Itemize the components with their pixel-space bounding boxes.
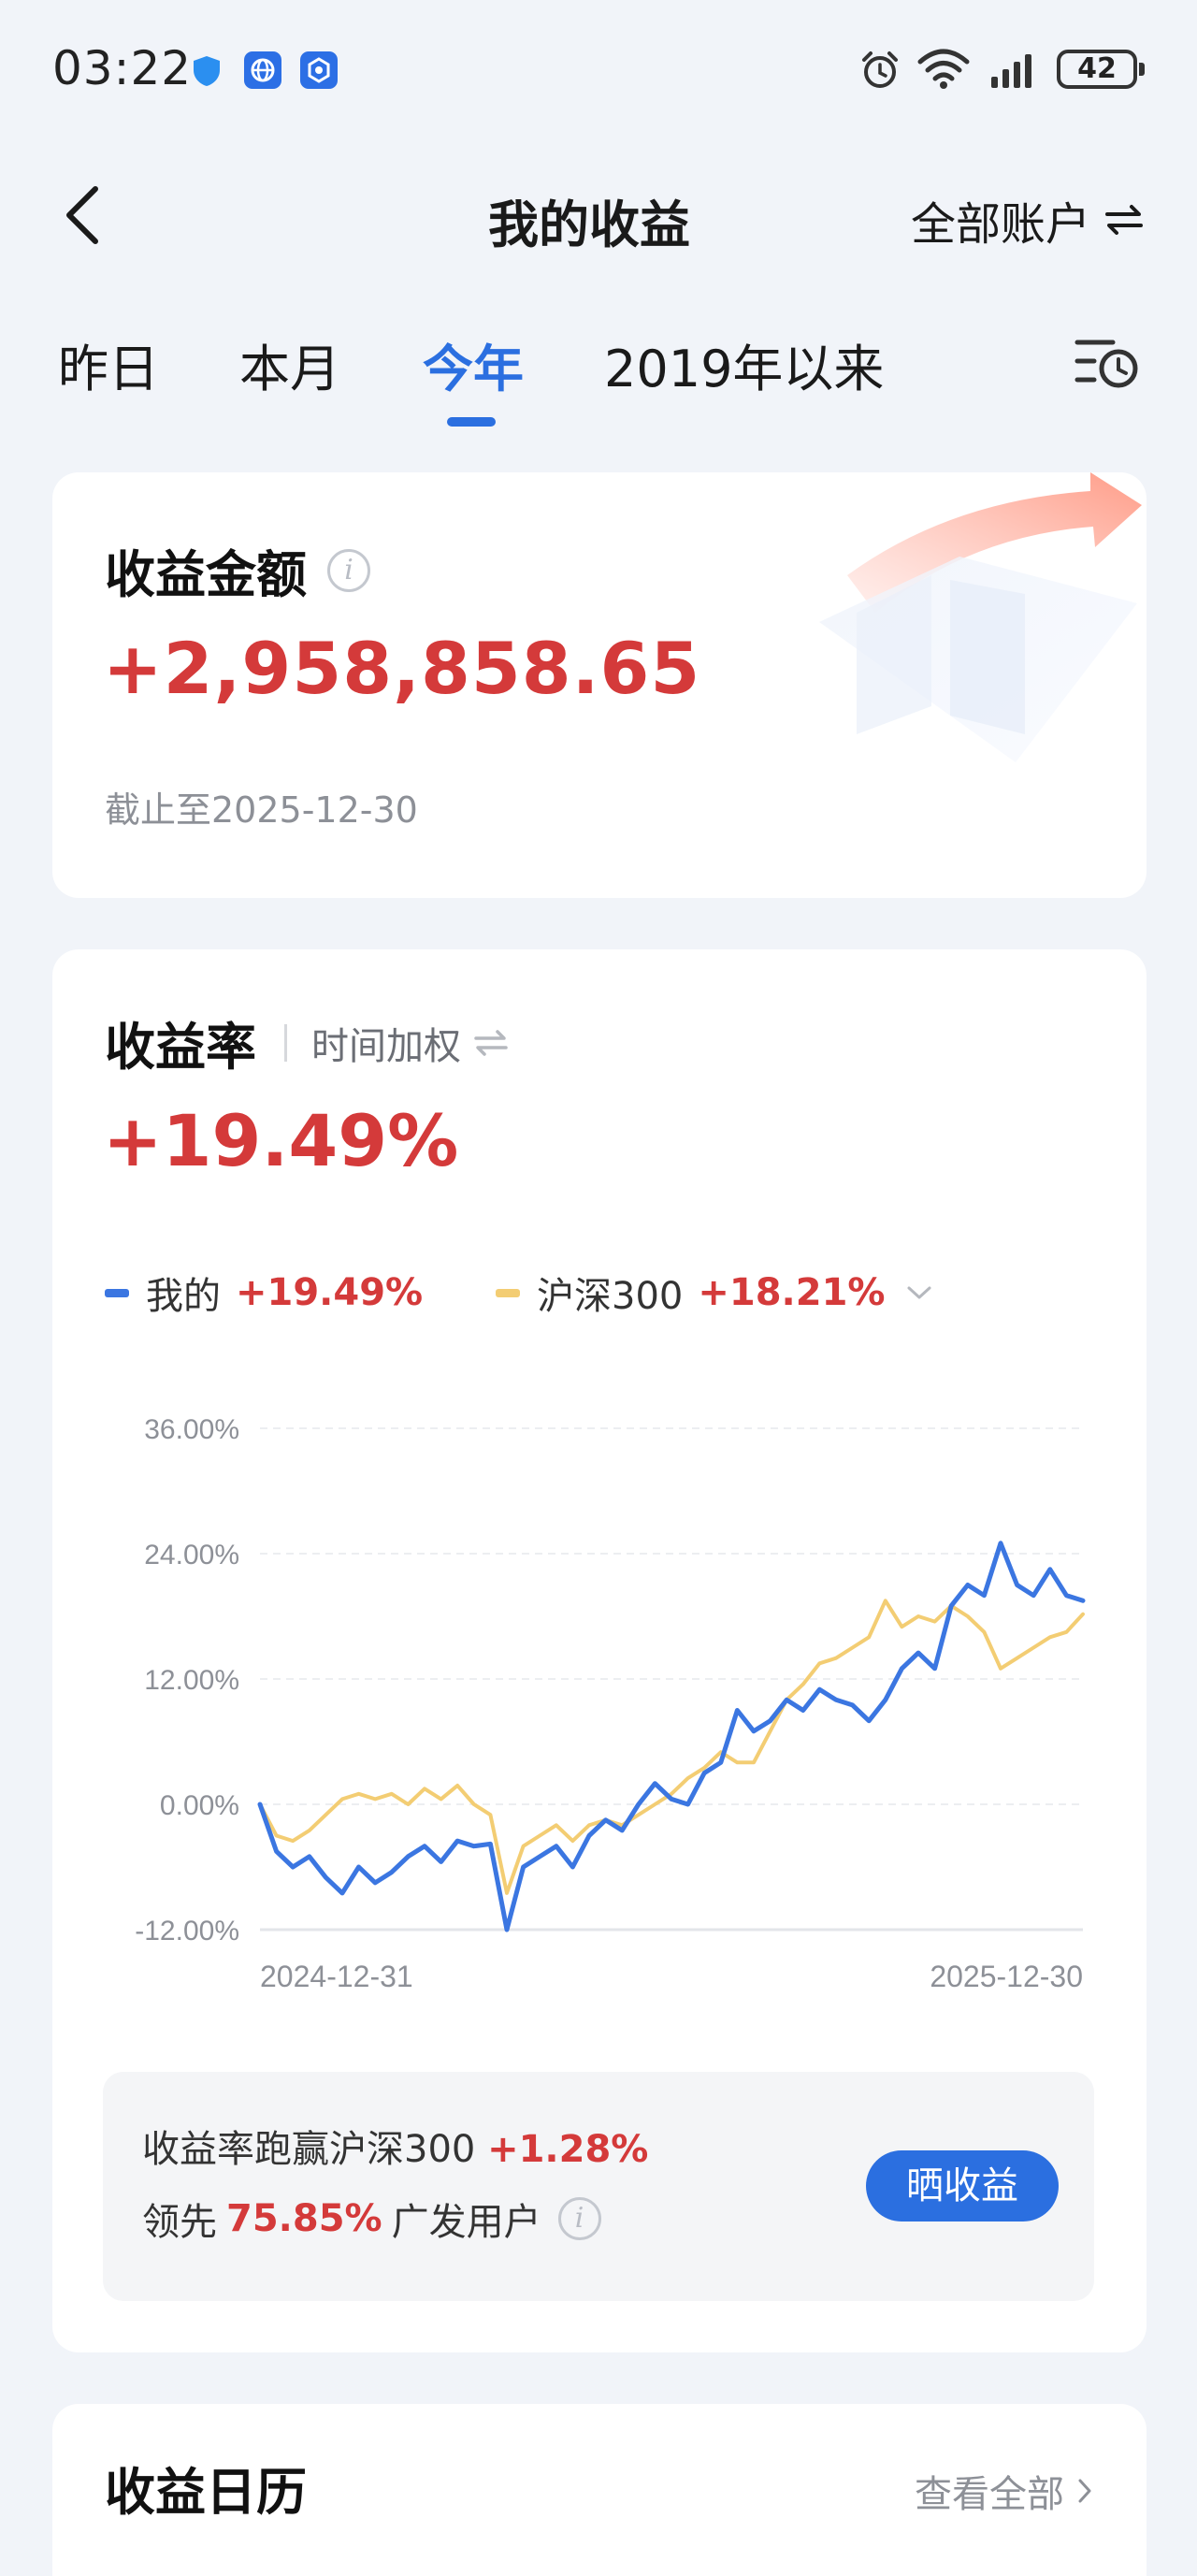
user-rank-prefix: 领先 — [142, 2201, 217, 2244]
period-tabs: 昨日 本月 今年 2019年以来 — [0, 327, 1197, 440]
shield-icon — [194, 56, 220, 86]
return-rate-chart[interactable]: 36.00% 24.00% 12.00% 0.00% -12.00% 2024-12-3… — [52, 1389, 1147, 1997]
beat-benchmark-text: 收益率跑赢沪深300 +1.28% — [142, 2119, 648, 2173]
account-switch-button[interactable]: 全部账户 — [911, 187, 1145, 253]
calendar-title: 收益日历 — [105, 2463, 307, 2522]
info-icon[interactable]: i — [557, 2197, 601, 2240]
growth-decoration-image — [819, 472, 1142, 762]
legend-name: 沪深300 — [537, 1275, 684, 1318]
as-of-date: 截止至2025-12-30 — [105, 789, 418, 831]
beat-benchmark-value: +1.28% — [487, 2128, 649, 2171]
legend-item-mine: 我的 +19.49% — [105, 1266, 423, 1320]
browser-icon — [244, 51, 281, 89]
rate-header: 收益率 时间加权 — [105, 1006, 510, 1079]
divider — [284, 1023, 287, 1062]
chevron-down-icon[interactable] — [905, 1283, 933, 1302]
tab-this-year[interactable]: 今年 — [423, 327, 524, 401]
x-axis-start-label: 2024-12-31 — [260, 1960, 413, 1993]
return-rate-card: 收益率 时间加权 +19.49% 我的 +19.49% 沪深300 +18.21… — [52, 949, 1147, 2352]
legend-value: +18.21% — [698, 1271, 886, 1314]
swap-icon — [1105, 205, 1143, 235]
series-line-benchmark — [258, 1599, 1085, 1895]
y-axis-ticks: 36.00% 24.00% 12.00% 0.00% -12.00% — [135, 1414, 239, 1946]
view-all-link[interactable]: 查看全部 — [915, 2464, 1094, 2518]
y-tick-label: 24.00% — [144, 1540, 239, 1570]
rate-method-toggle[interactable]: 时间加权 — [311, 1016, 510, 1070]
wifi-icon — [917, 49, 970, 89]
amount-title-row: 收益金额 i — [105, 533, 370, 607]
legend-item-benchmark[interactable]: 沪深300 +18.21% — [496, 1266, 933, 1320]
alarm-icon — [862, 51, 898, 88]
swap-icon — [474, 1029, 508, 1056]
chart-lines — [257, 1541, 1086, 1932]
chevron-right-icon — [1078, 2479, 1091, 2503]
benchmark-comparison-box: 收益率跑赢沪深300 +1.28% 领先 75.85% 广发用户 i 晒收益 — [103, 2072, 1094, 2301]
tab-since-2019[interactable]: 2019年以来 — [604, 327, 884, 401]
y-tick-label: 36.00% — [144, 1414, 239, 1445]
y-tick-label: 12.00% — [144, 1665, 239, 1696]
view-all-label: 查看全部 — [915, 2473, 1064, 2516]
list-clock-icon — [1074, 340, 1138, 388]
earnings-amount: +2,958,858.65 — [103, 627, 701, 710]
series-line-mine — [257, 1541, 1086, 1932]
user-rank-suffix: 广发用户 — [391, 2201, 541, 2244]
info-icon[interactable]: i — [327, 548, 370, 592]
nav-bar: 我的收益 全部账户 — [0, 168, 1197, 262]
status-bar: 03:22 42 — [0, 0, 1197, 140]
y-tick-label: 0.00% — [160, 1790, 239, 1821]
status-time: 03:22 — [52, 41, 193, 95]
chart-legend: 我的 +19.49% 沪深300 +18.21% — [105, 1266, 1096, 1331]
legend-swatch — [496, 1288, 520, 1297]
chart-grid — [260, 1427, 1083, 1932]
legend-name: 我的 — [146, 1275, 221, 1318]
earnings-calendar-card: 收益日历 查看全部 — [52, 2404, 1147, 2576]
amount-title: 收益金额 — [105, 545, 307, 604]
user-rank-text: 领先 75.85% 广发用户 i — [142, 2192, 601, 2246]
earnings-amount-card: 收益金额 i +2,958,858.65 截止至2025-12-30 — [52, 472, 1147, 898]
period-picker-button[interactable] — [1074, 331, 1141, 393]
active-tab-indicator — [447, 417, 496, 427]
rate-method-label: 时间加权 — [311, 1024, 461, 1068]
tab-yesterday[interactable]: 昨日 — [58, 327, 159, 401]
x-axis-end-label: 2025-12-30 — [930, 1960, 1083, 1993]
legend-swatch — [105, 1288, 129, 1297]
account-switch-label: 全部账户 — [910, 198, 1090, 251]
legend-value: +19.49% — [236, 1271, 424, 1314]
share-earnings-button[interactable]: 晒收益 — [866, 2150, 1059, 2221]
return-rate-value: +19.49% — [103, 1099, 459, 1182]
user-rank-value: 75.85% — [226, 2197, 382, 2240]
y-tick-label: -12.00% — [135, 1916, 239, 1946]
beat-benchmark-label: 收益率跑赢沪深300 — [142, 2128, 476, 2171]
tab-this-month[interactable]: 本月 — [239, 327, 340, 401]
battery-icon: 42 — [1057, 50, 1145, 89]
app-icon — [300, 51, 338, 89]
signal-icon — [991, 54, 1031, 88]
rate-title: 收益率 — [105, 1018, 256, 1077]
